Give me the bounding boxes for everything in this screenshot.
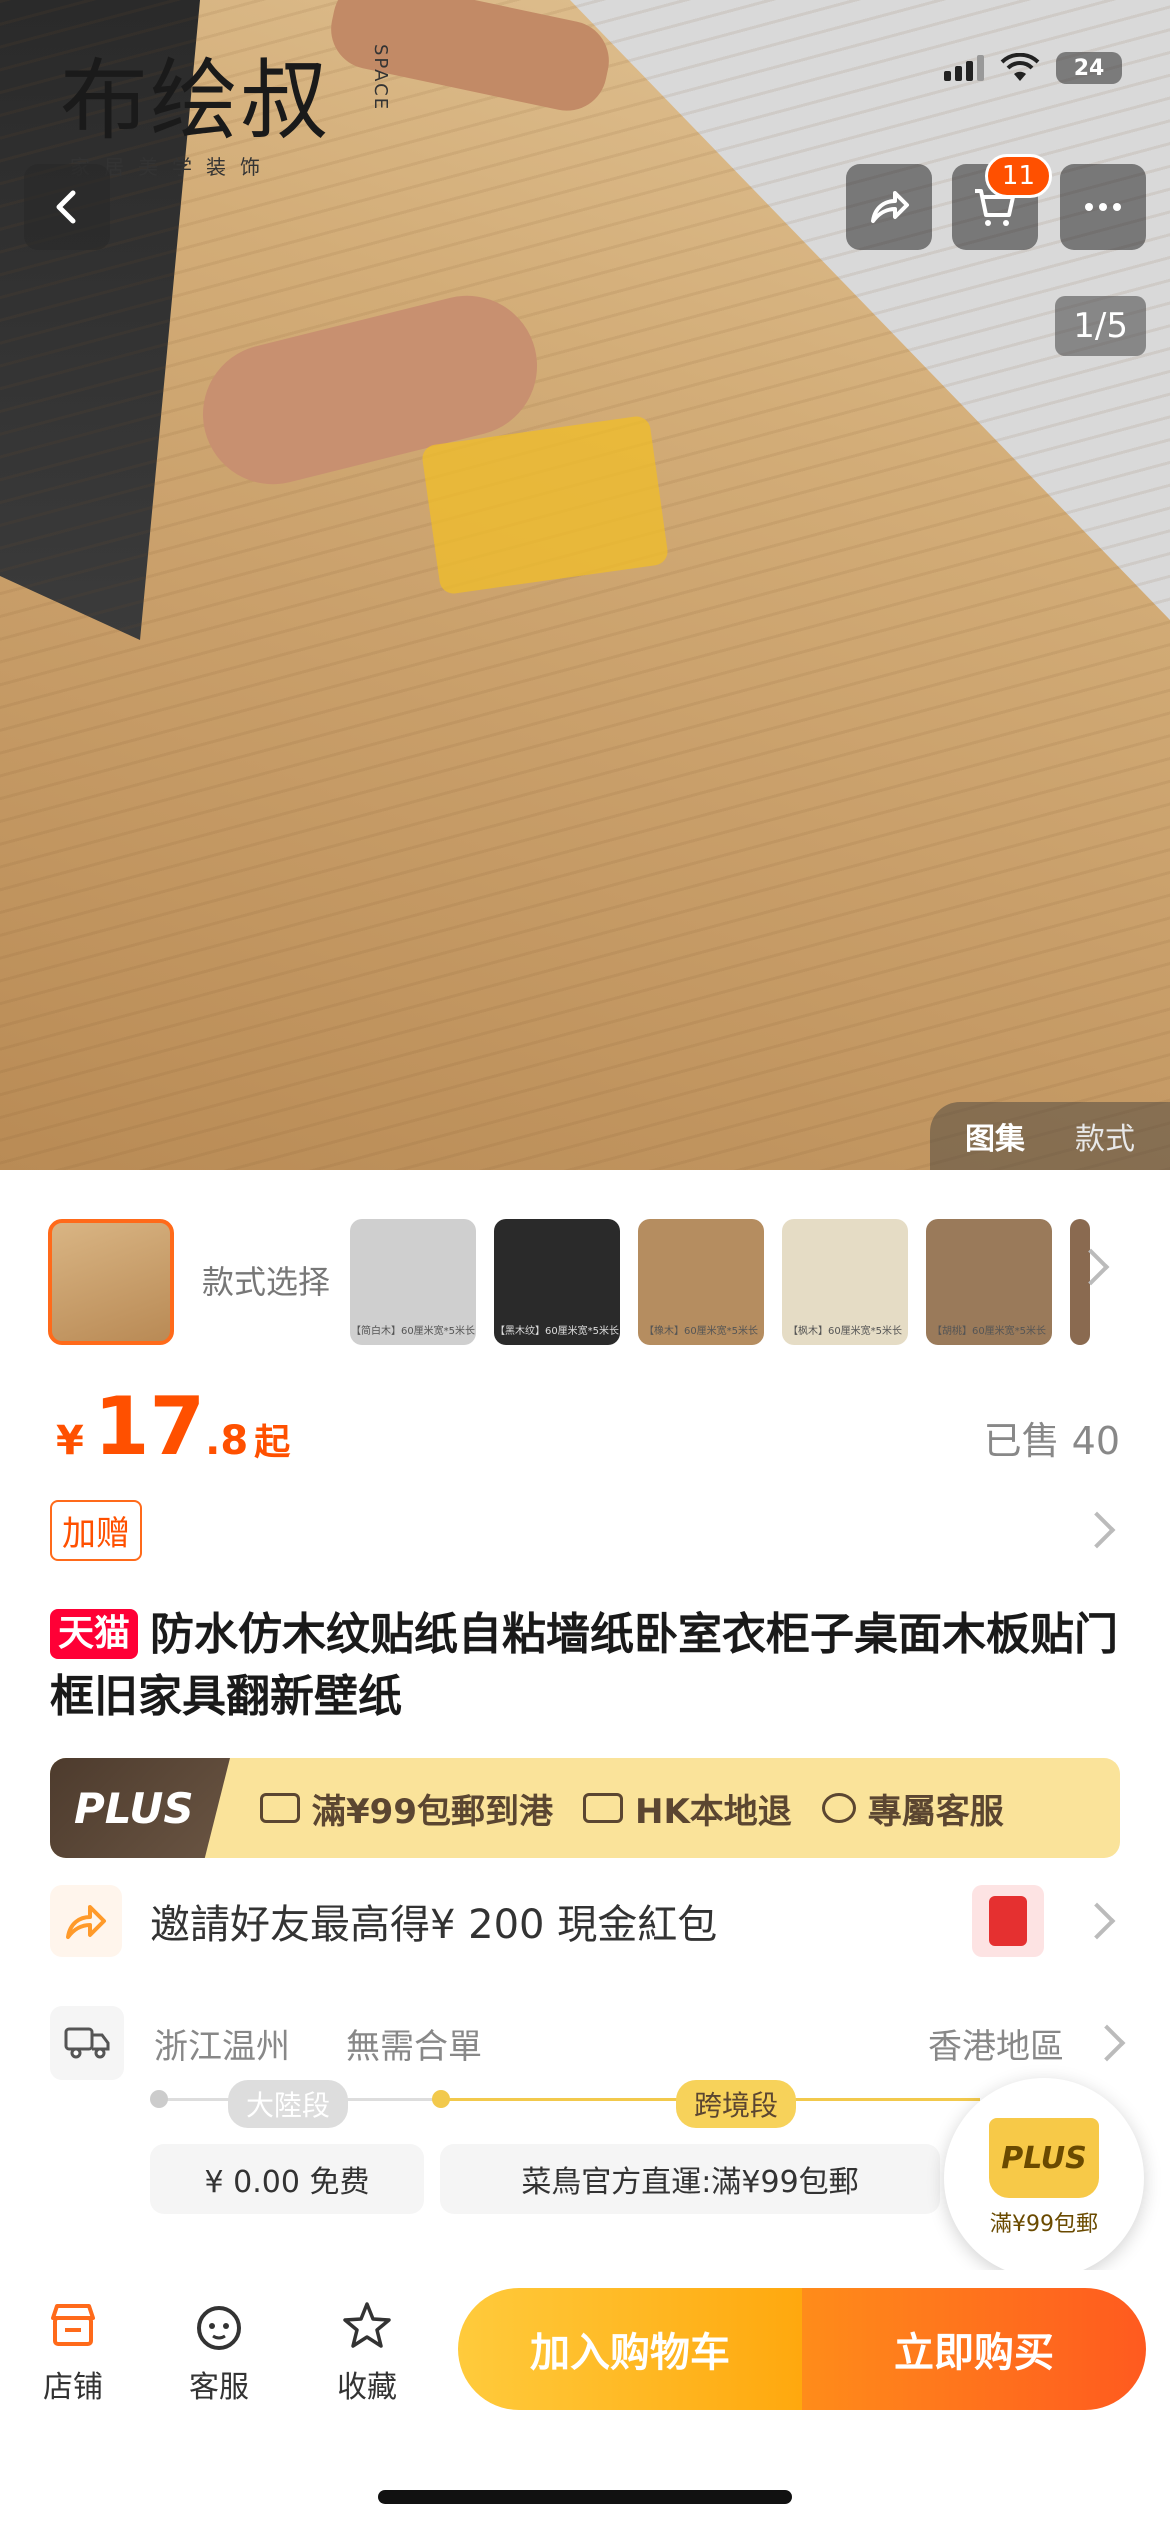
invite-friends-row[interactable]: 邀請好友最高得¥ 200 現金紅包	[50, 1884, 1120, 1958]
thumbnail-selected[interactable]	[48, 1219, 174, 1345]
style-select-label[interactable]: 款式选择	[202, 1262, 332, 1302]
chevron-right-icon	[1088, 2024, 1126, 2062]
favorite-tab[interactable]: 收藏	[312, 2298, 422, 2406]
red-envelope-icon	[972, 1885, 1044, 1957]
plus-bag-icon: PLUS	[989, 2118, 1099, 2198]
share-button[interactable]	[846, 164, 932, 250]
buy-now-button[interactable]: 立即购买	[802, 2288, 1146, 2410]
route-dot-start	[150, 2090, 168, 2108]
chevron-left-icon	[56, 190, 76, 224]
plus-item-label: 專屬客服	[867, 1791, 1004, 1832]
thumbnail-caption: 【橡木】60厘米宽*5米长	[643, 1326, 759, 1337]
shop-icon	[51, 2304, 95, 2346]
favorite-label: 收藏	[337, 2370, 397, 2405]
thumbnail-caption: 【胡桃】60厘米宽*5米长	[931, 1326, 1047, 1337]
cart-count-badge: 11	[984, 154, 1052, 198]
shop-label: 店铺	[43, 2370, 103, 2405]
star-icon	[343, 2302, 391, 2348]
thumbnail-style[interactable]: 【简白木】60厘米宽*5米长	[350, 1219, 476, 1345]
plus-free-shipping: 滿¥99包郵到港	[260, 1784, 553, 1833]
hero-squeegee	[420, 414, 670, 596]
route-dot-mid	[432, 2090, 450, 2108]
product-title: 天猫 防水仿木纹贴纸自粘墙纸卧室衣柜子桌面木板贴门框旧家具翻新壁纸	[50, 1604, 1120, 1728]
free-shipping-icon	[260, 1793, 300, 1823]
battery-icon: 24	[1056, 52, 1122, 84]
headset-icon	[821, 1793, 856, 1823]
return-icon	[582, 1793, 623, 1823]
segment-crossborder: 跨境段	[676, 2080, 797, 2128]
more-dots-icon	[1085, 203, 1121, 211]
add-to-cart-button[interactable]: 加入购物车	[458, 2288, 802, 2410]
shipping-route: 大陸段 跨境段	[150, 2080, 980, 2140]
plus-floating-badge[interactable]: PLUS 滿¥99包郵	[944, 2078, 1144, 2278]
image-counter: 1/5	[1055, 296, 1146, 356]
plus-exclusive-service: 專屬客服	[821, 1784, 1004, 1833]
product-title-text: 防水仿木纹贴纸自粘墙纸卧室衣柜子桌面木板贴门框旧家具翻新壁纸	[50, 1609, 1119, 1722]
ship-to: 香港地區	[928, 2026, 1064, 2067]
price-decimal: .8	[205, 1418, 249, 1464]
sold-count: 已售 40	[983, 1419, 1120, 1463]
gift-tag: 加赠	[50, 1499, 142, 1561]
thumbnail-caption: 【黑木纹】60厘米宽*5米长	[494, 1326, 620, 1337]
customer-service-icon	[197, 2306, 241, 2350]
hero-tabs: 图集 款式	[930, 1102, 1170, 1170]
brand-logo: 布绘叔 家居美学装饰 SPACE	[60, 30, 391, 180]
brand-logo-vert: SPACE	[370, 44, 391, 112]
fee-mainland: ¥ 0.00 免费	[150, 2144, 424, 2214]
cart-button[interactable]: 11	[952, 154, 1052, 250]
plus-logo: PLUS	[50, 1758, 230, 1858]
ship-no-merge: 無需合單	[346, 2026, 482, 2067]
invite-text: 邀請好友最高得¥ 200 現金紅包	[150, 1902, 718, 1948]
brand-logo-main: 布绘叔	[60, 49, 331, 152]
segment-mainland: 大陸段	[228, 2080, 349, 2128]
ship-from: 浙江温州	[154, 2026, 290, 2067]
status-bar: 24	[944, 52, 1122, 84]
shop-tab[interactable]: 店铺	[18, 2298, 128, 2406]
thumbnail-strip: 款式选择 【简白木】60厘米宽*5米长 【黑木纹】60厘米宽*5米长 【橡木】6…	[48, 1218, 1170, 1346]
price-integer: 17	[93, 1380, 206, 1473]
price-row: ¥ 17 .8 起 已售 40	[56, 1380, 1120, 1473]
tab-styles[interactable]: 款式	[1075, 1114, 1135, 1158]
thumbnail-caption: 【简白木】60厘米宽*5米长	[350, 1326, 476, 1337]
more-button[interactable]	[1060, 164, 1146, 250]
chevron-right-icon	[1078, 1511, 1116, 1549]
price-suffix: 起	[254, 1422, 291, 1463]
thumbnail-style[interactable]: 【橡木】60厘米宽*5米长	[638, 1219, 764, 1345]
gift-row[interactable]: 加赠	[50, 1499, 1120, 1561]
product-hero-image[interactable]: 布绘叔 家居美学装饰 SPACE 24 11 1/5 图集 款式	[0, 0, 1170, 1170]
chevron-right-icon	[1078, 1902, 1116, 1940]
home-indicator[interactable]	[378, 2490, 792, 2504]
thumbnail-style[interactable]: 【胡桃】60厘米宽*5米长	[926, 1219, 1052, 1345]
plus-float-caption: 滿¥99包郵	[990, 2212, 1098, 2237]
wifi-icon	[1000, 53, 1040, 81]
plus-local-return: HK本地退	[582, 1784, 792, 1833]
invite-share-icon	[50, 1885, 122, 1957]
price-currency: ¥	[56, 1418, 84, 1464]
fee-crossborder: 菜鳥官方直運:滿¥99包郵	[440, 2144, 940, 2214]
tmall-badge: 天猫	[50, 1609, 139, 1659]
service-label: 客服	[189, 2370, 249, 2405]
plus-item-label: 滿¥99包郵到港	[312, 1791, 553, 1832]
cellular-signal-icon	[944, 55, 984, 81]
thumbnail-caption: 【枫木】60厘米宽*5米长	[787, 1326, 903, 1337]
thumbnail-style[interactable]: 【黑木纹】60厘米宽*5米长	[494, 1219, 620, 1345]
share-icon	[871, 191, 909, 223]
tab-gallery[interactable]: 图集	[965, 1114, 1025, 1158]
shipping-row[interactable]: 浙江温州 無需合單 香港地區	[50, 2006, 1126, 2080]
service-tab[interactable]: 客服	[164, 2298, 274, 2406]
back-button[interactable]	[24, 164, 110, 250]
plus-item-label: HK本地退	[634, 1791, 792, 1832]
truck-icon	[50, 2006, 124, 2080]
thumbnail-style[interactable]: 【枫木】60厘米宽*5米长	[782, 1219, 908, 1345]
plus-benefits-bar[interactable]: PLUS 滿¥99包郵到港 HK本地退 專屬客服	[50, 1758, 1120, 1858]
purchase-buttons: 加入购物车 立即购买	[458, 2288, 1146, 2410]
